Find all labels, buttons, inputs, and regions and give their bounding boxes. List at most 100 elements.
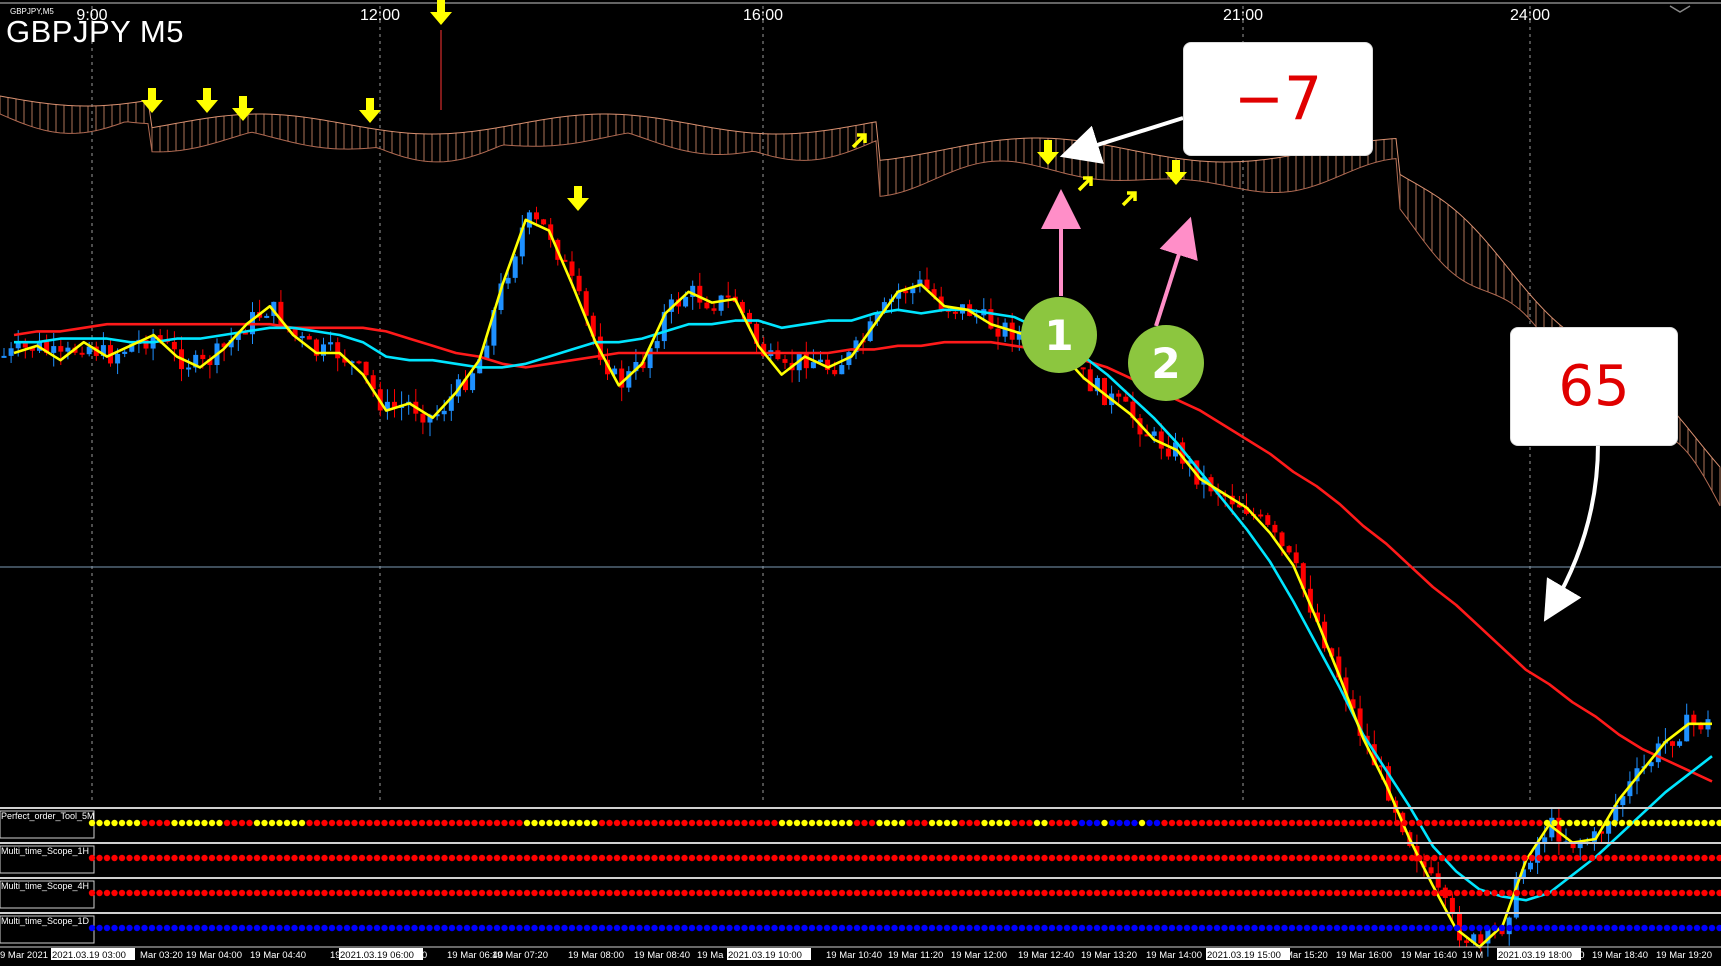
- candle-body: [186, 367, 192, 370]
- signal-dot: [298, 819, 306, 827]
- signal-dot: [456, 889, 463, 897]
- signal-dot: [763, 819, 771, 827]
- signal-dot: [508, 924, 516, 932]
- candle-body: [1293, 552, 1299, 564]
- signal-dot: [1611, 819, 1618, 827]
- signal-dot: [853, 924, 861, 932]
- signal-dot: [396, 924, 403, 932]
- signal-dot: [441, 889, 448, 897]
- signal-dot: [1243, 924, 1251, 932]
- signal-dot: [988, 889, 996, 897]
- signal-dot: [1033, 819, 1041, 827]
- candle-body: [264, 315, 270, 318]
- signal-dot: [1453, 889, 1461, 897]
- signal-dot: [598, 819, 606, 827]
- signal-dot: [1701, 819, 1708, 827]
- signal-dot: [861, 924, 868, 932]
- signal-dot: [478, 924, 486, 932]
- signal-dot: [1483, 854, 1491, 862]
- signal-dot: [846, 819, 853, 827]
- signal-dot: [328, 889, 336, 897]
- candle-body: [810, 362, 816, 369]
- signal-dot: [666, 819, 673, 827]
- signal-dot: [411, 889, 418, 897]
- signal-dot: [966, 924, 973, 932]
- signal-dot: [606, 819, 613, 827]
- signal-dot: [1438, 819, 1446, 827]
- signal-dot: [921, 854, 928, 862]
- candle-body: [420, 413, 426, 423]
- signal-dot: [568, 889, 576, 897]
- signal-dot: [261, 924, 268, 932]
- signal-dot: [1258, 819, 1266, 827]
- signal-dot: [1701, 854, 1708, 862]
- signal-dot: [718, 889, 726, 897]
- signal-dot: [868, 889, 876, 897]
- signal-dot: [1408, 924, 1416, 932]
- candle-body: [200, 354, 206, 360]
- signal-dot: [1386, 889, 1393, 897]
- signal-dot: [88, 924, 96, 932]
- signal-dot: [1506, 854, 1513, 862]
- candle-body: [1677, 741, 1683, 746]
- signal-dot: [426, 924, 433, 932]
- bottom-time-label: Mar 03:20: [140, 950, 183, 961]
- signal-dot: [96, 924, 103, 932]
- signal-dot: [223, 819, 231, 827]
- signal-dot: [1678, 889, 1686, 897]
- signal-dot: [973, 819, 981, 827]
- badge-2: 2: [1128, 325, 1204, 401]
- signal-dot: [246, 854, 253, 862]
- signal-dot: [1393, 924, 1401, 932]
- signal-dot: [1498, 819, 1506, 827]
- signal-dot: [1468, 819, 1476, 827]
- signal-dot: [1476, 819, 1483, 827]
- signal-dot: [951, 854, 958, 862]
- signal-dot: [1318, 924, 1326, 932]
- indicator-name: Multi_time_Scope_1D: [1, 916, 90, 926]
- signal-dot: [366, 854, 373, 862]
- signal-dot: [1221, 924, 1228, 932]
- signal-dot: [1273, 819, 1281, 827]
- signal-dot: [1648, 924, 1656, 932]
- signal-dot: [516, 924, 523, 932]
- signal-dot: [1446, 889, 1453, 897]
- signal-dot: [583, 924, 591, 932]
- signal-dot: [1423, 819, 1431, 827]
- signal-dot: [546, 854, 553, 862]
- price-chart[interactable]: 9:00 12:00 16:00 21:00 24:00 Perfect_order_T…: [0, 0, 1721, 966]
- signal-dot: [298, 854, 306, 862]
- signal-dot: [771, 924, 778, 932]
- signal-dot: [786, 924, 793, 932]
- candle-body: [1449, 897, 1455, 914]
- signal-dot: [1626, 924, 1633, 932]
- signal-dot: [1348, 924, 1356, 932]
- signal-dot: [516, 854, 523, 862]
- candle-body: [306, 336, 312, 340]
- signal-dot: [1176, 819, 1183, 827]
- signal-dot: [1401, 924, 1408, 932]
- signal-dot: [1273, 889, 1281, 897]
- signal-dot: [1161, 924, 1168, 932]
- signal-dot: [891, 854, 898, 862]
- signal-dot: [471, 889, 478, 897]
- signal-dot: [711, 924, 718, 932]
- candle-body: [1265, 515, 1271, 525]
- signal-dot: [1558, 924, 1566, 932]
- signal-dot: [1588, 854, 1596, 862]
- signal-dot: [1446, 819, 1453, 827]
- signal-dot: [493, 924, 501, 932]
- signal-dot: [756, 889, 763, 897]
- signal-dot: [568, 854, 576, 862]
- cloud-span-a: [0, 95, 1721, 468]
- signal-dot: [1416, 924, 1423, 932]
- signal-dot: [643, 924, 651, 932]
- candle-body: [1151, 431, 1157, 436]
- signal-dot: [463, 854, 471, 862]
- signal-dot: [1513, 819, 1521, 827]
- signal-dot: [1641, 924, 1648, 932]
- signal-dot: [913, 819, 921, 827]
- signal-dot: [1528, 889, 1536, 897]
- signal-dot: [643, 819, 651, 827]
- signal-dot: [208, 819, 216, 827]
